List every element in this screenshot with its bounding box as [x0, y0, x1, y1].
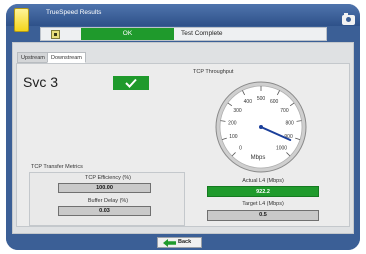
service-label: Svc 3 [23, 74, 59, 90]
gauge-hub [259, 125, 263, 129]
metrics-title: TCP Transfer Metrics [31, 164, 83, 170]
buffer-delay-label: Buffer Delay (%) [87, 198, 129, 204]
gauge-tick-label: 800 [285, 120, 294, 126]
app-icon [14, 8, 29, 32]
back-button-label: Back [178, 239, 192, 245]
actual-l4-label: Actual L4 (Mbps) [242, 178, 284, 184]
camera-icon[interactable] [342, 13, 355, 25]
gauge-tick-label: 200 [228, 120, 237, 126]
target-l4-value: 0.5 [207, 210, 319, 221]
app-title: TrueSpeed Results [46, 9, 102, 16]
gauge-unit-label: Mbps [251, 155, 266, 161]
gauge-tick-label: 600 [270, 99, 279, 105]
status-bar: OK Test Complete [40, 27, 327, 41]
service-status-badge [113, 76, 149, 90]
buffer-delay-value: 0.03 [58, 206, 151, 216]
gauge-tick-label: 500 [257, 96, 266, 102]
gauge-tick-label: 100 [229, 134, 238, 140]
actual-l4-value: 922.2 [207, 186, 319, 197]
downstream-panel: Svc 3 TCP Transfer Metrics TCP Efficienc… [16, 63, 350, 227]
status-icon [51, 30, 60, 39]
efficiency-value: 100.00 [58, 183, 151, 193]
efficiency-label: TCP Efficiency (%) [85, 175, 131, 181]
results-content: Upstream Downstream Svc 3 TCP Transfer M… [12, 42, 354, 234]
throughput-gauge: 01002003004005006007008009001000 Mbps [215, 81, 307, 173]
arrow-left-icon [163, 239, 176, 247]
checkmark-icon [125, 78, 137, 88]
target-l4-label: Target L4 (Mbps) [242, 201, 284, 207]
gauge-tick-label: 400 [244, 99, 253, 105]
status-ok-indicator: OK [81, 28, 174, 40]
gauge-tick-label: 1000 [276, 146, 287, 152]
back-button[interactable]: Back [157, 237, 202, 248]
tab-upstream[interactable]: Upstream [17, 52, 49, 63]
device-frame: TrueSpeed Results OK Test Complete Upstr… [6, 4, 360, 250]
title-bar: TrueSpeed Results [6, 4, 360, 26]
gauge-tick-label: 700 [280, 108, 289, 114]
throughput-title: TCP Throughput [193, 69, 234, 75]
metrics-box: TCP Efficiency (%) 100.00 Buffer Delay (… [29, 172, 185, 226]
tab-downstream[interactable]: Downstream [47, 52, 86, 63]
gauge-tick-label: 0 [239, 146, 242, 152]
status-message: Test Complete [181, 30, 223, 37]
gauge-tick-label: 300 [233, 108, 242, 114]
